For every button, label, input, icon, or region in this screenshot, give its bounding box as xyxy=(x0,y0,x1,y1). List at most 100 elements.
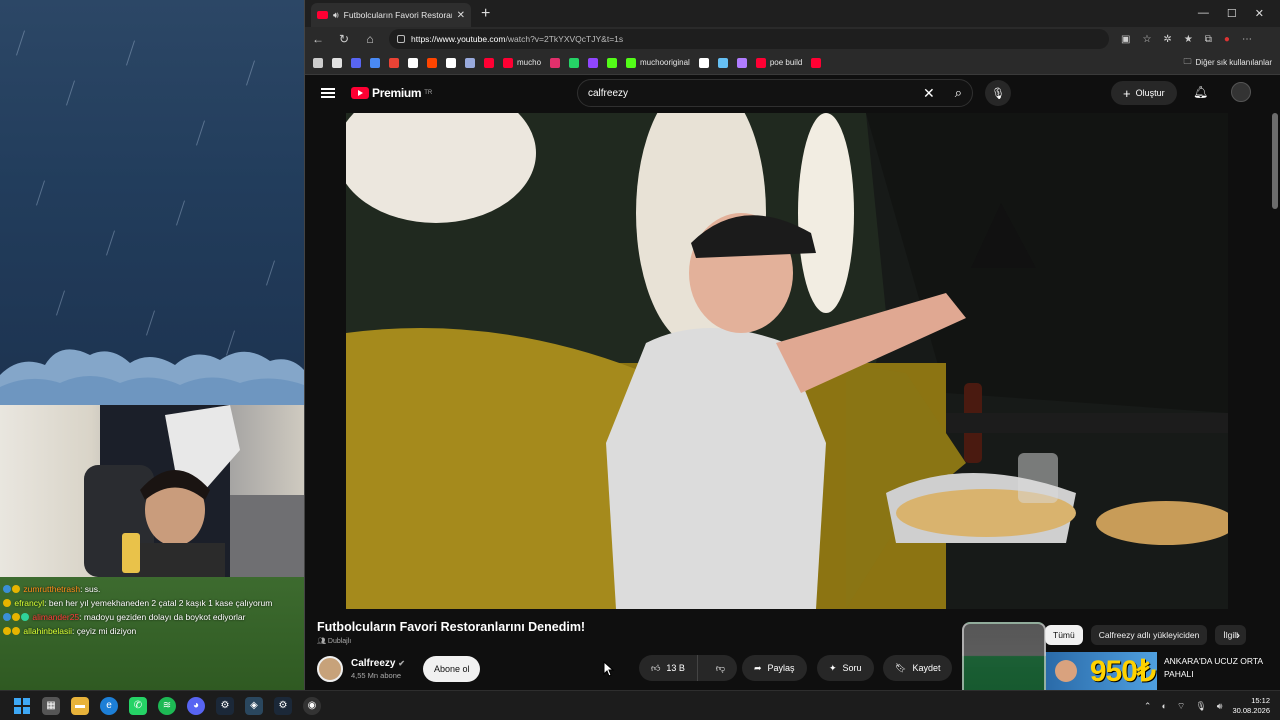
file-explorer-icon[interactable]: ▬ xyxy=(71,696,89,715)
video-player[interactable] xyxy=(346,113,1228,609)
bookmark-item[interactable] xyxy=(569,57,580,68)
chevron-up-icon[interactable]: ⌃ xyxy=(1144,701,1152,712)
dislike-button[interactable]: 👎︎ xyxy=(704,663,737,674)
other-bookmarks-folder[interactable]: 🗀︎ Diğer sık kullanılanlar xyxy=(1184,56,1272,70)
logo-region: TR xyxy=(424,90,433,96)
favorites-icon[interactable]: ★ xyxy=(1184,34,1193,45)
chip-related[interactable]: İlgili xyxy=(1215,625,1247,645)
collections-icon[interactable]: ⧉ xyxy=(1205,34,1212,45)
share-button[interactable]: ➦ Paylaş xyxy=(742,655,807,681)
spotify-icon[interactable]: ≋ xyxy=(158,696,176,715)
subscribe-button[interactable]: Abone ol xyxy=(422,656,481,682)
network-app-icon[interactable]: ◈ xyxy=(245,696,263,715)
extensions-icon[interactable]: ✲ xyxy=(1163,34,1171,45)
minimize-button[interactable]: — xyxy=(1198,7,1209,20)
bookmark-item[interactable] xyxy=(717,57,728,68)
bookmark-item[interactable] xyxy=(736,57,747,68)
bookmark-item[interactable] xyxy=(484,57,494,68)
windows-start-icon[interactable] xyxy=(13,697,31,715)
reload-icon[interactable]: ↻ xyxy=(337,32,351,46)
home-icon[interactable]: ⌂ xyxy=(363,32,377,46)
microphone-icon[interactable]: 🎙︎ xyxy=(985,80,1011,106)
ask-button[interactable]: ✦ Soru xyxy=(817,655,874,681)
pinwheel-icon xyxy=(607,57,618,68)
bookmark-item[interactable] xyxy=(811,57,822,68)
new-tab-button[interactable]: + xyxy=(481,5,490,23)
bookmark-item[interactable] xyxy=(370,57,380,68)
star-icon[interactable]: ☆ xyxy=(1142,34,1151,45)
bookmark-item[interactable]: poe build xyxy=(755,57,802,68)
like-button[interactable]: 👍︎ 13 B xyxy=(639,655,698,681)
youtube-premium-logo[interactable]: Premium TR xyxy=(351,86,432,100)
back-icon[interactable]: ← xyxy=(311,32,325,46)
chat-text: : sus. xyxy=(80,584,101,594)
create-button[interactable]: + Oluştur xyxy=(1111,81,1177,105)
chat-text: : ben her yıl yemekhaneden 2 çatal 2 kaş… xyxy=(44,598,273,608)
microphone-tray-icon[interactable]: 🎙︎ xyxy=(1195,701,1206,712)
save-button[interactable]: 🔖︎ Kaydet xyxy=(883,655,953,681)
bookmark-item[interactable] xyxy=(389,57,399,68)
bookmark-item[interactable] xyxy=(332,57,342,68)
account-avatar[interactable] xyxy=(1231,82,1251,102)
edge-browser-icon[interactable]: e xyxy=(100,696,118,715)
bookmark-item[interactable] xyxy=(313,57,323,68)
chip-from-uploader[interactable]: Calfreezy adlı yükleyiciden xyxy=(1090,625,1208,645)
badge-icon xyxy=(12,585,20,593)
bookmark-item[interactable] xyxy=(550,57,561,68)
clear-search-icon[interactable]: ✕ xyxy=(923,85,935,102)
bookmark-item[interactable] xyxy=(351,57,361,68)
notifications-bell-icon[interactable]: 🔔︎ xyxy=(1193,85,1208,99)
hamburger-menu-icon[interactable] xyxy=(321,88,335,98)
close-tab-icon[interactable]: ✕ xyxy=(457,10,465,21)
bookmark-item[interactable] xyxy=(408,57,418,68)
bookmark-item[interactable] xyxy=(427,57,437,68)
discord-icon[interactable]: ◕ xyxy=(187,696,205,715)
bookmarks-bar: mucho muchooriginal poe build 🗀︎ Diğer sık k… xyxy=(305,51,1280,75)
chevron-right-icon[interactable]: › xyxy=(1236,628,1240,642)
recommended-title[interactable]: ANKARA'DA UCUZ ORTA PAHALI xyxy=(1164,655,1274,681)
badge-icon xyxy=(12,627,20,635)
speaker-icon[interactable]: 🔊︎ xyxy=(333,10,339,21)
profile-icon[interactable]: ● xyxy=(1224,34,1230,45)
browser-tab[interactable]: 🔊︎ Futbolcuların Favori Restoranl ✕ xyxy=(311,3,471,27)
channel-avatar[interactable] xyxy=(317,656,343,682)
task-view-icon[interactable]: ▦ xyxy=(42,696,60,715)
close-window-button[interactable]: ✕ xyxy=(1255,7,1264,20)
page-scrollbar[interactable] xyxy=(1272,113,1278,209)
channel-name[interactable]: Calfreezy xyxy=(351,658,395,669)
bookmark-item[interactable] xyxy=(607,57,618,68)
whatsapp-icon xyxy=(569,57,580,68)
url-field[interactable]: https://www.youtube.com/watch?v=2TkYXVQc… xyxy=(389,29,1109,49)
bookmark-item[interactable] xyxy=(465,57,475,68)
chat-text: : madoyu geziden dolayı da boykot ediyor… xyxy=(79,612,246,622)
search-icon[interactable]: ⌕ xyxy=(955,85,962,101)
split-screen-icon[interactable]: ▣ xyxy=(1121,34,1130,45)
bookmark-item[interactable]: mucho xyxy=(503,57,542,68)
obs-icon[interactable]: ◉ xyxy=(303,696,321,715)
maximize-button[interactable]: ☐ xyxy=(1227,7,1237,20)
bookmark-item[interactable] xyxy=(698,57,709,68)
lock-icon[interactable] xyxy=(397,35,405,43)
volume-icon[interactable]: 🔊︎ xyxy=(1217,701,1223,712)
youtube-icon xyxy=(811,57,822,68)
chip-all[interactable]: Tümü xyxy=(1045,625,1083,645)
bookmark-label: mucho xyxy=(517,58,542,67)
whatsapp-icon[interactable]: ✆ xyxy=(129,696,147,715)
like-dislike-group: 👍︎ 13 B 👎︎ xyxy=(639,655,738,681)
bookmark-item[interactable] xyxy=(588,57,599,68)
app-tray-icon[interactable]: ◐ xyxy=(1161,701,1166,711)
recommended-thumbnail[interactable]: 950₺ xyxy=(1045,652,1157,690)
more-icon[interactable]: ⋯ xyxy=(1242,34,1252,45)
steam-icon[interactable]: ⚙ xyxy=(216,696,234,715)
dub-icon: 👥︎ xyxy=(317,638,326,645)
google-icon xyxy=(408,57,418,68)
wifi-icon[interactable]: ⌔ xyxy=(1177,701,1185,712)
bookmark-label: muchooriginal xyxy=(640,58,690,67)
steam-alt-icon[interactable]: ⚙ xyxy=(274,696,292,715)
clock[interactable]: 15:12 30.08.2026 xyxy=(1232,696,1270,716)
search-input[interactable]: calfreezy ✕ ⌕ xyxy=(577,79,973,107)
bookmark-item[interactable]: muchooriginal xyxy=(626,57,690,68)
bookmark-item[interactable] xyxy=(446,57,456,68)
badge-icon xyxy=(3,613,11,621)
gmail-icon xyxy=(389,57,399,68)
